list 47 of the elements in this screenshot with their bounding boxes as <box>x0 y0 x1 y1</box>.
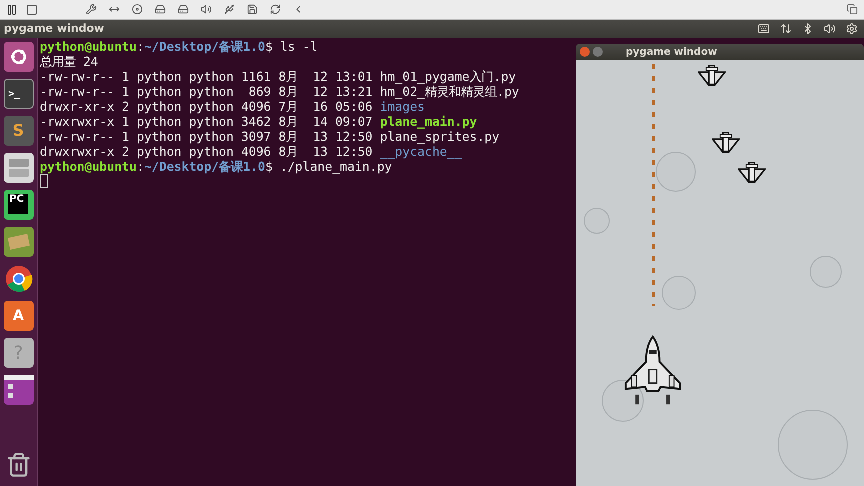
shopping-bag-icon[interactable]: A <box>4 301 34 331</box>
floppy-icon[interactable] <box>247 4 258 15</box>
window-title: pygame window <box>626 46 718 60</box>
pause-icon[interactable] <box>6 4 18 16</box>
ubuntu-logo-icon[interactable] <box>4 42 34 72</box>
minimize-icon[interactable] <box>593 47 603 57</box>
close-icon[interactable] <box>580 47 590 57</box>
terminal-cursor <box>40 174 48 188</box>
terminal-line: drwxrwxr-x 2 python python 4096 8月 13 12:50 __pycache__ <box>40 144 462 159</box>
browser-icon[interactable] <box>4 264 34 294</box>
file-cabinet-icon[interactable] <box>4 153 34 183</box>
editor-app-icon[interactable]: S <box>4 116 34 146</box>
terminal-app-icon[interactable]: >_ <box>4 79 34 109</box>
stop-icon[interactable] <box>26 4 38 16</box>
workspace-switcher-icon[interactable] <box>4 375 34 405</box>
refresh-icon[interactable] <box>270 4 281 15</box>
ide-app-icon[interactable]: PC <box>4 190 34 220</box>
terminal-line: -rw-rw-r-- 1 python python 869 8月 12 13:21 hm_02_精灵和精灵组.py <box>40 84 520 99</box>
asteroid-icon <box>656 152 696 192</box>
volume-icon[interactable] <box>824 23 836 35</box>
restore-window-icon[interactable] <box>847 4 858 15</box>
enemy-plane-icon <box>698 65 726 88</box>
terminal-line: python@ubuntu:~/Desktop/备课1.0$ ls -l <box>40 39 318 54</box>
settings-icon[interactable] <box>846 23 858 35</box>
drive-icon[interactable] <box>155 4 166 15</box>
speaker-icon[interactable] <box>201 4 212 15</box>
keyboard-icon[interactable] <box>758 23 770 35</box>
books-icon[interactable] <box>4 227 34 257</box>
terminal-line: drwxr-xr-x 2 python python 4096 7月 16 05:06 images <box>40 99 425 114</box>
terminal-line: 总用量 24 <box>40 54 98 69</box>
terminal-line: -rw-rw-r-- 1 python python 1161 8月 12 13:01 hm_01_pygame入门.py <box>40 69 516 84</box>
disc-icon[interactable] <box>132 4 143 15</box>
wrench-icon[interactable] <box>86 4 97 15</box>
enemy-plane-icon <box>712 132 740 154</box>
enemy-plane-icon <box>738 162 766 184</box>
terminal-line: -rwxrwxr-x 1 python python 3462 8月 14 09:07 plane_main.py <box>40 114 478 129</box>
network-icon[interactable] <box>780 23 792 35</box>
panel-title: pygame window <box>4 20 104 37</box>
asteroid-icon <box>810 256 842 288</box>
bluetooth-icon[interactable] <box>802 23 814 35</box>
asteroid-icon <box>662 276 696 310</box>
arrows-icon[interactable] <box>109 4 120 15</box>
drive-icon[interactable] <box>178 4 189 15</box>
usb-icon[interactable] <box>224 4 235 15</box>
terminal-line: python@ubuntu:~/Desktop/备课1.0$ ./plane_main.py <box>40 159 392 174</box>
asteroid-icon <box>584 208 610 234</box>
terminal-line: -rw-rw-r-- 1 python python 3097 8月 13 12:50 plane_sprites.py <box>40 129 500 144</box>
